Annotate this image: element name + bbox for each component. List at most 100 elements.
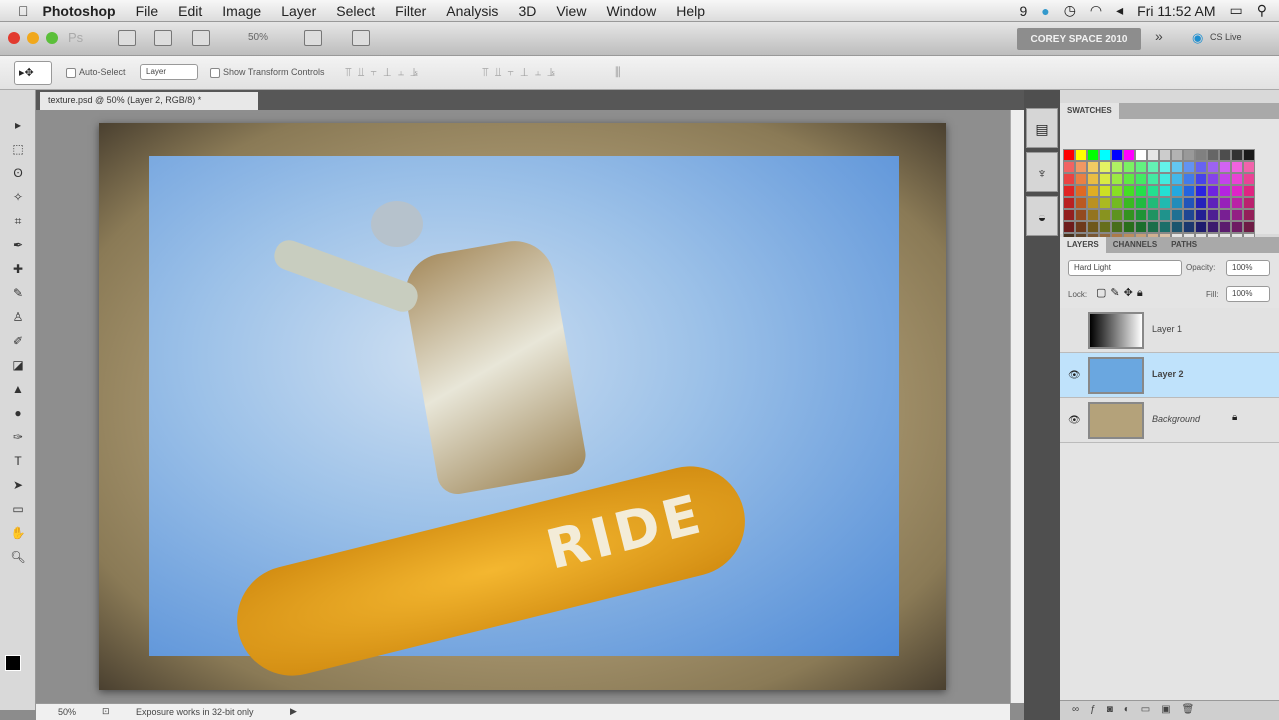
show-transform-controls-checkbox[interactable]: Show Transform Controls [210,67,325,78]
actions-panel-icon[interactable]: ♆ [1026,152,1058,192]
tool-button[interactable]: ➤ [8,478,28,496]
clock[interactable]: Fri 11:52 AM [1137,3,1215,19]
spotlight-icon[interactable]: ⚲ [1257,2,1267,19]
color-swatch[interactable] [1207,185,1219,197]
color-swatch[interactable] [1075,149,1087,161]
color-swatch[interactable] [1171,185,1183,197]
color-swatch[interactable] [1231,149,1243,161]
menu-edit[interactable]: Edit [178,3,202,19]
tool-button[interactable]: ⌗ [8,214,28,232]
menu-image[interactable]: Image [222,3,261,19]
tool-button[interactable]: 🔍︎ [8,550,28,568]
tool-button[interactable]: T [8,454,28,472]
color-swatch[interactable] [1207,197,1219,209]
color-swatch[interactable] [1207,209,1219,221]
color-swatch[interactable] [1099,185,1111,197]
color-swatch[interactable] [1183,221,1195,233]
color-swatch[interactable] [1147,221,1159,233]
color-swatch[interactable] [1219,221,1231,233]
color-swatch[interactable] [1099,221,1111,233]
color-swatch[interactable] [1183,173,1195,185]
color-swatch[interactable] [1111,173,1123,185]
color-swatch[interactable] [1231,173,1243,185]
color-swatch[interactable] [1111,209,1123,221]
color-swatch[interactable] [1147,197,1159,209]
color-swatch[interactable] [1099,197,1111,209]
color-swatch[interactable] [1087,185,1099,197]
color-swatch[interactable] [1195,161,1207,173]
align-buttons[interactable]: ⫪⫫⫟⊥⫠⫡ [345,65,424,80]
color-swatch[interactable] [1087,173,1099,185]
menu-help[interactable]: Help [676,3,705,19]
document-tab[interactable]: texture.psd @ 50% (Layer 2, RGB/8) * [40,92,258,110]
tool-button[interactable]: ✚ [8,262,28,280]
document-image[interactable]: RIDE [99,123,946,690]
color-swatch[interactable] [1123,161,1135,173]
color-swatch[interactable] [1135,173,1147,185]
color-swatch[interactable] [1063,185,1075,197]
color-swatch[interactable] [1075,209,1087,221]
history-panel-icon[interactable]: ▤ [1026,108,1058,148]
battery-icon[interactable]: ▭ [1230,2,1243,19]
layer-action-buttons[interactable]: ∞ƒ◙◐▭▣🗑︎ [1072,704,1205,715]
color-swatch[interactable] [1075,185,1087,197]
layer-row-background[interactable]: 👁︎ Background 🔒︎ [1060,398,1279,443]
color-swatch[interactable] [1171,197,1183,209]
tab-layers[interactable]: LAYERS [1060,237,1106,253]
menu-view[interactable]: View [556,3,586,19]
layer-row-layer-1[interactable]: Layer 1 [1060,308,1279,353]
menu-3d[interactable]: 3D [518,3,536,19]
color-swatch[interactable] [1231,221,1243,233]
visibility-eye-icon[interactable]: 👁︎ [1068,370,1081,381]
distribute-buttons[interactable]: ⫪⫫⫟⊥⫠⫡ [482,65,561,80]
blend-mode-select[interactable]: Hard Light [1068,260,1182,276]
color-swatch[interactable] [1099,161,1111,173]
color-swatch[interactable] [1111,149,1123,161]
apple-icon[interactable]:  [18,3,29,19]
menu-analysis[interactable]: Analysis [446,3,498,19]
menu-file[interactable]: File [136,3,159,19]
volume-icon[interactable]: ◂ [1116,2,1123,19]
color-swatch[interactable] [1243,185,1255,197]
color-swatch[interactable] [1087,161,1099,173]
color-swatch[interactable] [1219,185,1231,197]
arrange-documents-icon[interactable] [304,30,322,46]
tool-button[interactable]: ● [8,406,28,424]
color-swatch[interactable] [1231,161,1243,173]
tool-button[interactable]: ♙ [8,310,28,328]
color-swatch[interactable] [1087,221,1099,233]
color-swatch[interactable] [1135,209,1147,221]
tool-button[interactable]: ▸ [8,118,28,136]
fill-input[interactable]: 100% [1226,286,1270,302]
color-swatch[interactable] [1183,185,1195,197]
color-swatch[interactable] [1099,173,1111,185]
color-swatch[interactable] [1075,173,1087,185]
color-swatch[interactable] [1171,149,1183,161]
tool-button[interactable]: ✋ [8,526,28,544]
color-swatch[interactable] [1243,173,1255,185]
color-swatch[interactable] [1159,173,1171,185]
minimize-window-button[interactable] [27,32,39,44]
color-swatch[interactable] [1231,209,1243,221]
sync-icon[interactable]: ● [1041,3,1049,19]
color-swatch[interactable] [1099,149,1111,161]
visibility-eye-icon[interactable]: 👁︎ [1068,415,1081,426]
menu-layer[interactable]: Layer [281,3,316,19]
color-swatch[interactable] [1219,209,1231,221]
color-swatch[interactable] [1087,209,1099,221]
wifi-icon[interactable]: ◠ [1090,2,1102,19]
tool-button[interactable]: ✒ [8,238,28,256]
color-swatch[interactable] [1243,209,1255,221]
cs-live-button[interactable]: CS Live [1210,32,1242,42]
menu-filter[interactable]: Filter [395,3,426,19]
color-swatch[interactable] [1243,221,1255,233]
color-swatch[interactable] [1063,161,1075,173]
layer-row-layer-2[interactable]: 👁︎ Layer 2 [1060,353,1279,398]
zoom-window-button[interactable] [46,32,58,44]
color-swatch[interactable] [1159,149,1171,161]
menu-window[interactable]: Window [606,3,656,19]
color-swatch[interactable] [1075,197,1087,209]
color-swatch[interactable] [1111,161,1123,173]
color-swatch[interactable] [1171,173,1183,185]
color-swatch[interactable] [1183,161,1195,173]
